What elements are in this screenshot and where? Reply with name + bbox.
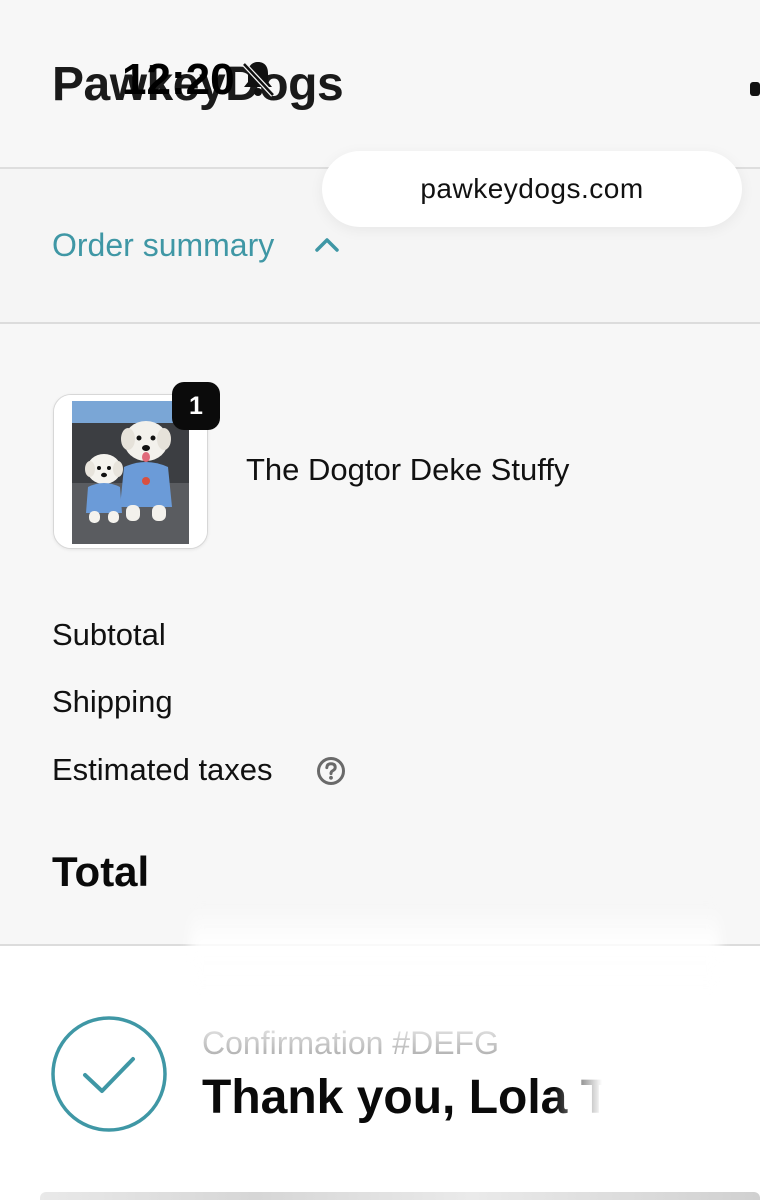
estimated-taxes-label: Estimated taxes (52, 752, 273, 787)
next-section-edge (40, 1192, 760, 1200)
url-bar[interactable]: pawkeydogs.com (322, 151, 742, 227)
total-label: Total (52, 848, 150, 895)
bell-slash-icon (242, 62, 275, 97)
thank-you-heading: Thank you, Lola T (202, 1071, 602, 1124)
shipping-label: Shipping (52, 684, 173, 719)
url-text: pawkeydogs.com (420, 173, 644, 204)
question-circle-icon[interactable] (316, 756, 346, 786)
status-bar-indicator (750, 82, 760, 96)
chevron-up-icon[interactable] (313, 234, 341, 254)
subtotal-label: Subtotal (52, 617, 166, 652)
status-bar-time: 12:20 (122, 55, 235, 104)
quantity-badge: 1 (172, 382, 220, 430)
product-name: The Dogtor Deke Stuffy (246, 452, 570, 487)
overlay-blur (190, 905, 720, 985)
check-circle-icon (51, 1016, 167, 1132)
confirmation-number: Confirmation #DEFG (202, 1025, 499, 1061)
order-summary-label[interactable]: Order summary (52, 226, 274, 264)
